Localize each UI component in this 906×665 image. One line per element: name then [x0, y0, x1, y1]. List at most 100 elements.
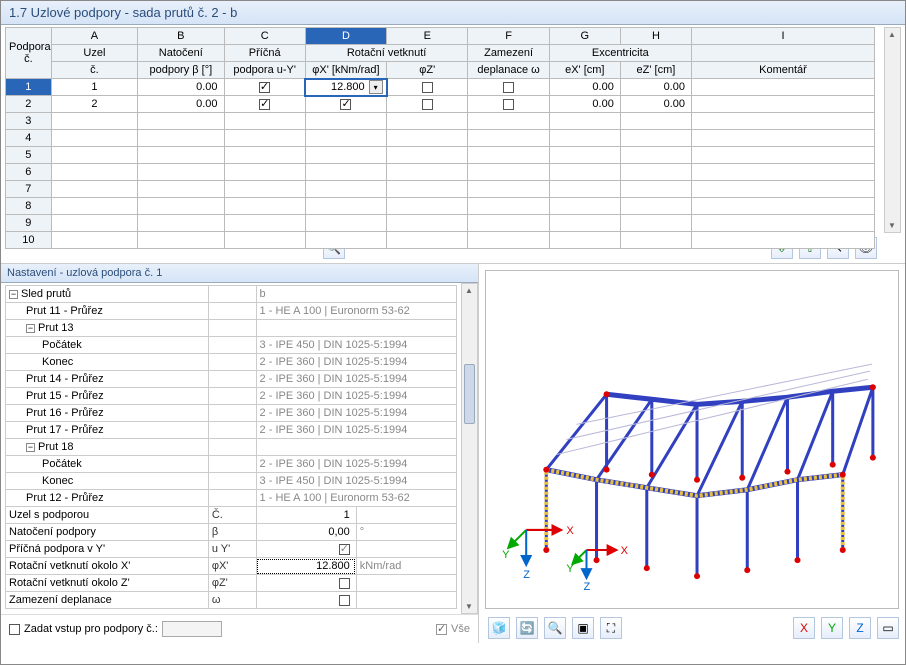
view-y-button[interactable]: Y — [821, 617, 843, 639]
table-row[interactable]: 5 — [6, 147, 875, 164]
checkbox-icon[interactable] — [339, 578, 350, 589]
tree-item[interactable]: Počátek — [6, 456, 209, 473]
fit-button[interactable]: ▣ — [572, 617, 594, 639]
checkbox-icon[interactable] — [422, 82, 433, 93]
param-uy[interactable]: Příčná podpora v Y' — [6, 541, 209, 558]
checkbox-icon[interactable] — [259, 82, 270, 93]
checkbox-icon[interactable] — [503, 99, 514, 110]
cell-omega[interactable] — [468, 96, 549, 113]
model-viewport[interactable]: X Y Z X Y Z — [485, 270, 899, 609]
cell-ez[interactable]: 0.00 — [620, 79, 691, 96]
tree-item[interactable]: Prut 14 - Průřez — [6, 371, 209, 388]
supports-table[interactable]: Podporač. A B C D E F G H I Uzel Natočen… — [5, 27, 875, 249]
table-row[interactable]: 4 — [6, 130, 875, 147]
row-number[interactable]: 8 — [6, 198, 52, 215]
col-G[interactable]: G — [549, 28, 620, 45]
tree-prut13[interactable]: −Prut 13 — [6, 320, 209, 337]
checkbox-icon[interactable] — [436, 624, 447, 635]
zoom-button[interactable]: 🔍 — [544, 617, 566, 639]
collapse-icon[interactable]: − — [26, 324, 35, 333]
table-row[interactable]: 7 — [6, 181, 875, 198]
tree-item[interactable]: Prut 11 - Průřez — [6, 303, 209, 320]
input-for-supports-checkbox[interactable]: Zadat vstup pro podpory č.: — [9, 621, 222, 637]
row-number[interactable]: 4 — [6, 130, 52, 147]
cell-ez[interactable]: 0.00 — [620, 96, 691, 113]
cell-pricna[interactable] — [224, 96, 305, 113]
param-phix[interactable]: Rotační vetknutí okolo X' — [6, 558, 209, 575]
view-iso-button[interactable]: ▭ — [877, 617, 899, 639]
cell-uzel[interactable]: 2 — [51, 96, 137, 113]
tree-item[interactable]: Prut 12 - Průřez — [6, 490, 209, 507]
row-number[interactable]: 10 — [6, 232, 52, 249]
checkbox-icon[interactable] — [9, 624, 20, 635]
tree-item[interactable]: Konec — [6, 354, 209, 371]
row-number[interactable]: 7 — [6, 181, 52, 198]
cell-pricna[interactable] — [224, 79, 305, 96]
checkbox-icon[interactable] — [503, 82, 514, 93]
cell-beta[interactable]: 0.00 — [138, 79, 224, 96]
view-mode-button[interactable]: 🧊 — [488, 617, 510, 639]
tree-prut18[interactable]: −Prut 18 — [6, 439, 209, 456]
table-row[interactable]: 10 — [6, 232, 875, 249]
row-number[interactable]: 2 — [6, 96, 52, 113]
checkbox-icon[interactable] — [422, 99, 433, 110]
tree-item[interactable]: Konec — [6, 473, 209, 490]
table-row[interactable]: 6 — [6, 164, 875, 181]
rotate-button[interactable]: 🔄 — [516, 617, 538, 639]
cell-comment[interactable] — [691, 96, 874, 113]
cell-ex[interactable]: 0.00 — [549, 96, 620, 113]
checkbox-icon[interactable] — [259, 99, 270, 110]
col-A[interactable]: A — [51, 28, 137, 45]
cell-phix[interactable] — [305, 96, 386, 113]
table-row[interactable]: 9 — [6, 215, 875, 232]
tree-scrollbar[interactable] — [461, 283, 478, 614]
table-row[interactable]: 2 2 0.00 0.00 0.00 — [6, 96, 875, 113]
cell-phiz[interactable] — [387, 96, 468, 113]
tree-sled-prutu[interactable]: −Sled prutů — [6, 286, 209, 303]
param-beta[interactable]: Natočení podpory — [6, 524, 209, 541]
tree-item[interactable]: Prut 17 - Průřez — [6, 422, 209, 439]
row-number[interactable]: 1 — [6, 79, 52, 96]
table-row[interactable]: 3 — [6, 113, 875, 130]
supports-range-input[interactable] — [162, 621, 222, 637]
col-H[interactable]: H — [620, 28, 691, 45]
param-phiz[interactable]: Rotační vetknutí okolo Z' — [6, 575, 209, 592]
row-number[interactable]: 5 — [6, 147, 52, 164]
collapse-icon[interactable]: − — [26, 443, 35, 452]
all-checkbox[interactable]: Vše — [436, 623, 470, 635]
row-number[interactable]: 9 — [6, 215, 52, 232]
collapse-icon[interactable]: − — [9, 290, 18, 299]
cell-ex[interactable]: 0.00 — [549, 79, 620, 96]
table-row[interactable]: 8 — [6, 198, 875, 215]
col-F[interactable]: F — [468, 28, 549, 45]
row-number[interactable]: 3 — [6, 113, 52, 130]
col-I[interactable]: I — [691, 28, 874, 45]
table-row[interactable]: 1 1 0.00 12.800▾ 0.00 0.00 — [6, 79, 875, 96]
col-D[interactable]: D — [305, 28, 386, 45]
cell-phix-dropdown[interactable]: 12.800▾ — [305, 79, 386, 96]
param-uzel[interactable]: Uzel s podporou — [6, 507, 209, 524]
properties-tree[interactable]: −Sled prutůb Prut 11 - Průřez1 - HE A 10… — [5, 285, 457, 609]
checkbox-icon[interactable] — [339, 595, 350, 606]
param-omega[interactable]: Zamezení deplanace — [6, 592, 209, 609]
tree-item[interactable]: Počátek — [6, 337, 209, 354]
cell-omega[interactable] — [468, 79, 549, 96]
row-number[interactable]: 6 — [6, 164, 52, 181]
checkbox-icon[interactable] — [339, 544, 350, 555]
col-E[interactable]: E — [387, 28, 468, 45]
view-z-button[interactable]: Z — [849, 617, 871, 639]
cell-phiz[interactable] — [387, 79, 468, 96]
cell-comment[interactable] — [691, 79, 874, 96]
cell-beta[interactable]: 0.00 — [138, 96, 224, 113]
fullscreen-button[interactable]: ⛶ — [600, 617, 622, 639]
tree-item[interactable]: Prut 15 - Průřez — [6, 388, 209, 405]
col-C[interactable]: C — [224, 28, 305, 45]
checkbox-icon[interactable] — [340, 99, 351, 110]
view-x-button[interactable]: X — [793, 617, 815, 639]
cell-uzel[interactable]: 1 — [51, 79, 137, 96]
scrollbar-thumb[interactable] — [464, 364, 475, 424]
grid-scrollbar[interactable] — [884, 27, 901, 233]
col-B[interactable]: B — [138, 28, 224, 45]
dropdown-icon[interactable]: ▾ — [369, 80, 383, 94]
tree-item[interactable]: Prut 16 - Průřez — [6, 405, 209, 422]
